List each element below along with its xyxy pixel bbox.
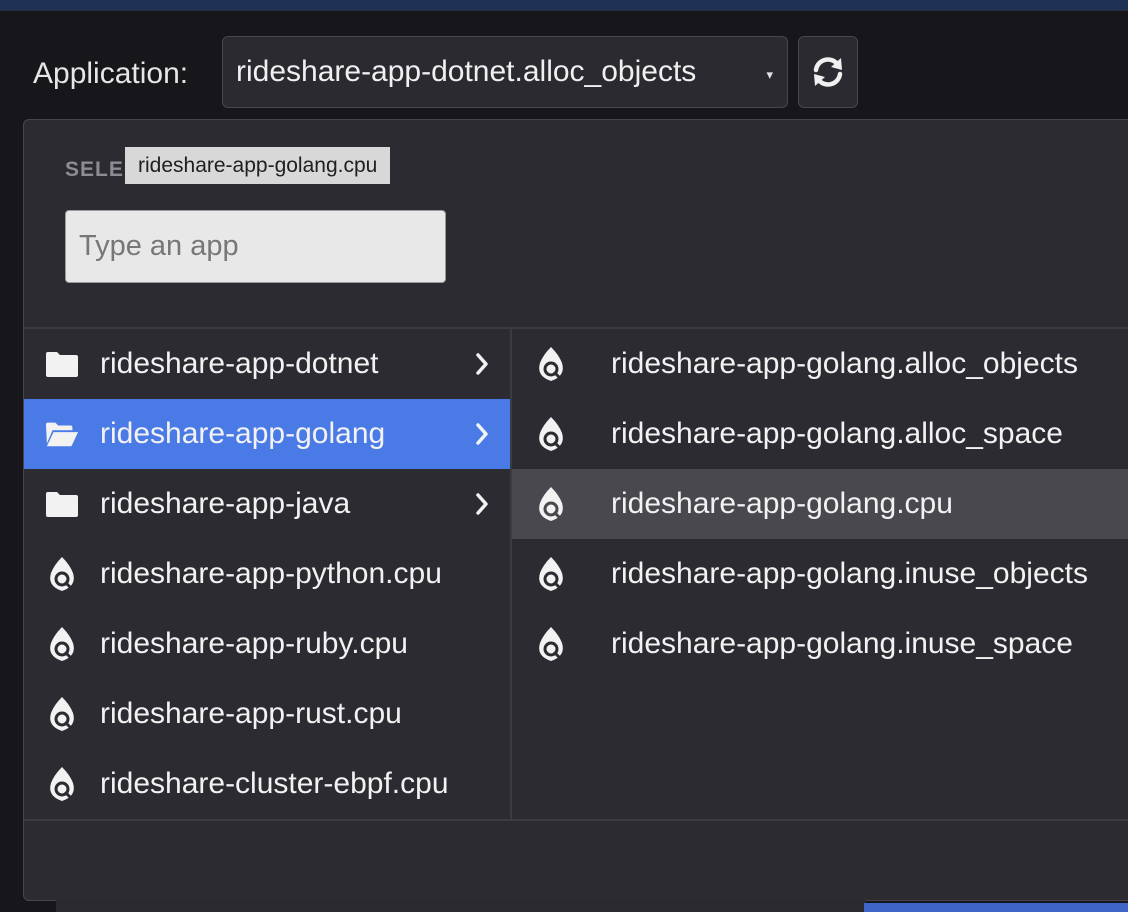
app-item-golang-inuse-space[interactable]: rideshare-app-golang.inuse_space — [512, 609, 1128, 679]
pyroscope-flame-icon — [534, 487, 568, 521]
app-item-label: rideshare-app-golang.inuse_space — [611, 627, 1073, 660]
chevron-right-icon — [476, 353, 488, 375]
folder-open-icon — [45, 417, 79, 451]
app-group-item-java[interactable]: rideshare-app-java — [24, 469, 510, 539]
background-content — [56, 900, 866, 912]
app-item-label: rideshare-app-python.cpu — [100, 557, 442, 590]
pyroscope-flame-icon — [534, 627, 568, 661]
select-heading: SELE — [65, 158, 124, 181]
app-item-label: rideshare-app-golang.cpu — [611, 487, 953, 520]
app-item-label: rideshare-app-golang.alloc_objects — [611, 347, 1078, 380]
top-nav-strip — [0, 0, 1128, 10]
app-item-label: rideshare-cluster-ebpf.cpu — [100, 767, 449, 800]
app-group-label: rideshare-app-dotnet — [100, 347, 379, 380]
folder-icon — [45, 347, 79, 381]
app-item-label: rideshare-app-golang.inuse_objects — [611, 557, 1088, 590]
app-item-rust-cpu[interactable]: rideshare-app-rust.cpu — [24, 679, 510, 749]
pyroscope-flame-icon — [45, 767, 79, 801]
app-item-golang-alloc-space[interactable]: rideshare-app-golang.alloc_space — [512, 399, 1128, 469]
chevron-right-icon — [476, 423, 488, 445]
folder-icon — [45, 487, 79, 521]
application-selector[interactable]: rideshare-app-dotnet.alloc_objects ▾ — [222, 36, 788, 108]
app-item-golang-inuse-objects[interactable]: rideshare-app-golang.inuse_objects — [512, 539, 1128, 609]
pyroscope-flame-icon — [534, 347, 568, 381]
app-item-golang-cpu[interactable]: rideshare-app-golang.cpu — [512, 469, 1128, 539]
app-group-list: rideshare-app-dotnet rideshare-app-golan… — [24, 329, 510, 819]
top-nav-border — [0, 10, 1128, 11]
app-item-golang-alloc-objects[interactable]: rideshare-app-golang.alloc_objects — [512, 329, 1128, 399]
divider — [24, 819, 1128, 821]
refresh-icon — [813, 57, 843, 87]
app-profile-list: rideshare-app-golang.alloc_objects rides… — [512, 329, 1128, 679]
app-group-item-golang[interactable]: rideshare-app-golang — [24, 399, 510, 469]
app-item-label: rideshare-app-golang.alloc_space — [611, 417, 1063, 450]
pyroscope-flame-icon — [45, 627, 79, 661]
application-label: Application: — [33, 57, 189, 90]
app-item-python-cpu[interactable]: rideshare-app-python.cpu — [24, 539, 510, 609]
app-group-item-dotnet[interactable]: rideshare-app-dotnet — [24, 329, 510, 399]
app-search-input[interactable] — [65, 210, 446, 283]
pyroscope-flame-icon — [45, 697, 79, 731]
chevron-right-icon — [476, 493, 488, 515]
app-group-label: rideshare-app-golang — [100, 417, 386, 450]
pyroscope-flame-icon — [534, 557, 568, 591]
caret-down-icon: ▾ — [766, 67, 773, 82]
tooltip: rideshare-app-golang.cpu — [125, 147, 391, 184]
app-item-cluster-ebpf-cpu[interactable]: rideshare-cluster-ebpf.cpu — [24, 749, 510, 819]
pyroscope-flame-icon — [534, 417, 568, 451]
app-group-label: rideshare-app-java — [100, 487, 351, 520]
app-item-label: rideshare-app-rust.cpu — [100, 697, 402, 730]
app-item-ruby-cpu[interactable]: rideshare-app-ruby.cpu — [24, 609, 510, 679]
app-selector-dropdown: SELE rideshare-app-golang.cpu rideshare-… — [23, 119, 1128, 901]
app-item-label: rideshare-app-ruby.cpu — [100, 627, 408, 660]
pyroscope-flame-icon — [45, 557, 79, 591]
selected-application: rideshare-app-dotnet.alloc_objects — [236, 55, 697, 88]
background-content — [864, 903, 1128, 912]
refresh-button[interactable] — [798, 36, 858, 108]
